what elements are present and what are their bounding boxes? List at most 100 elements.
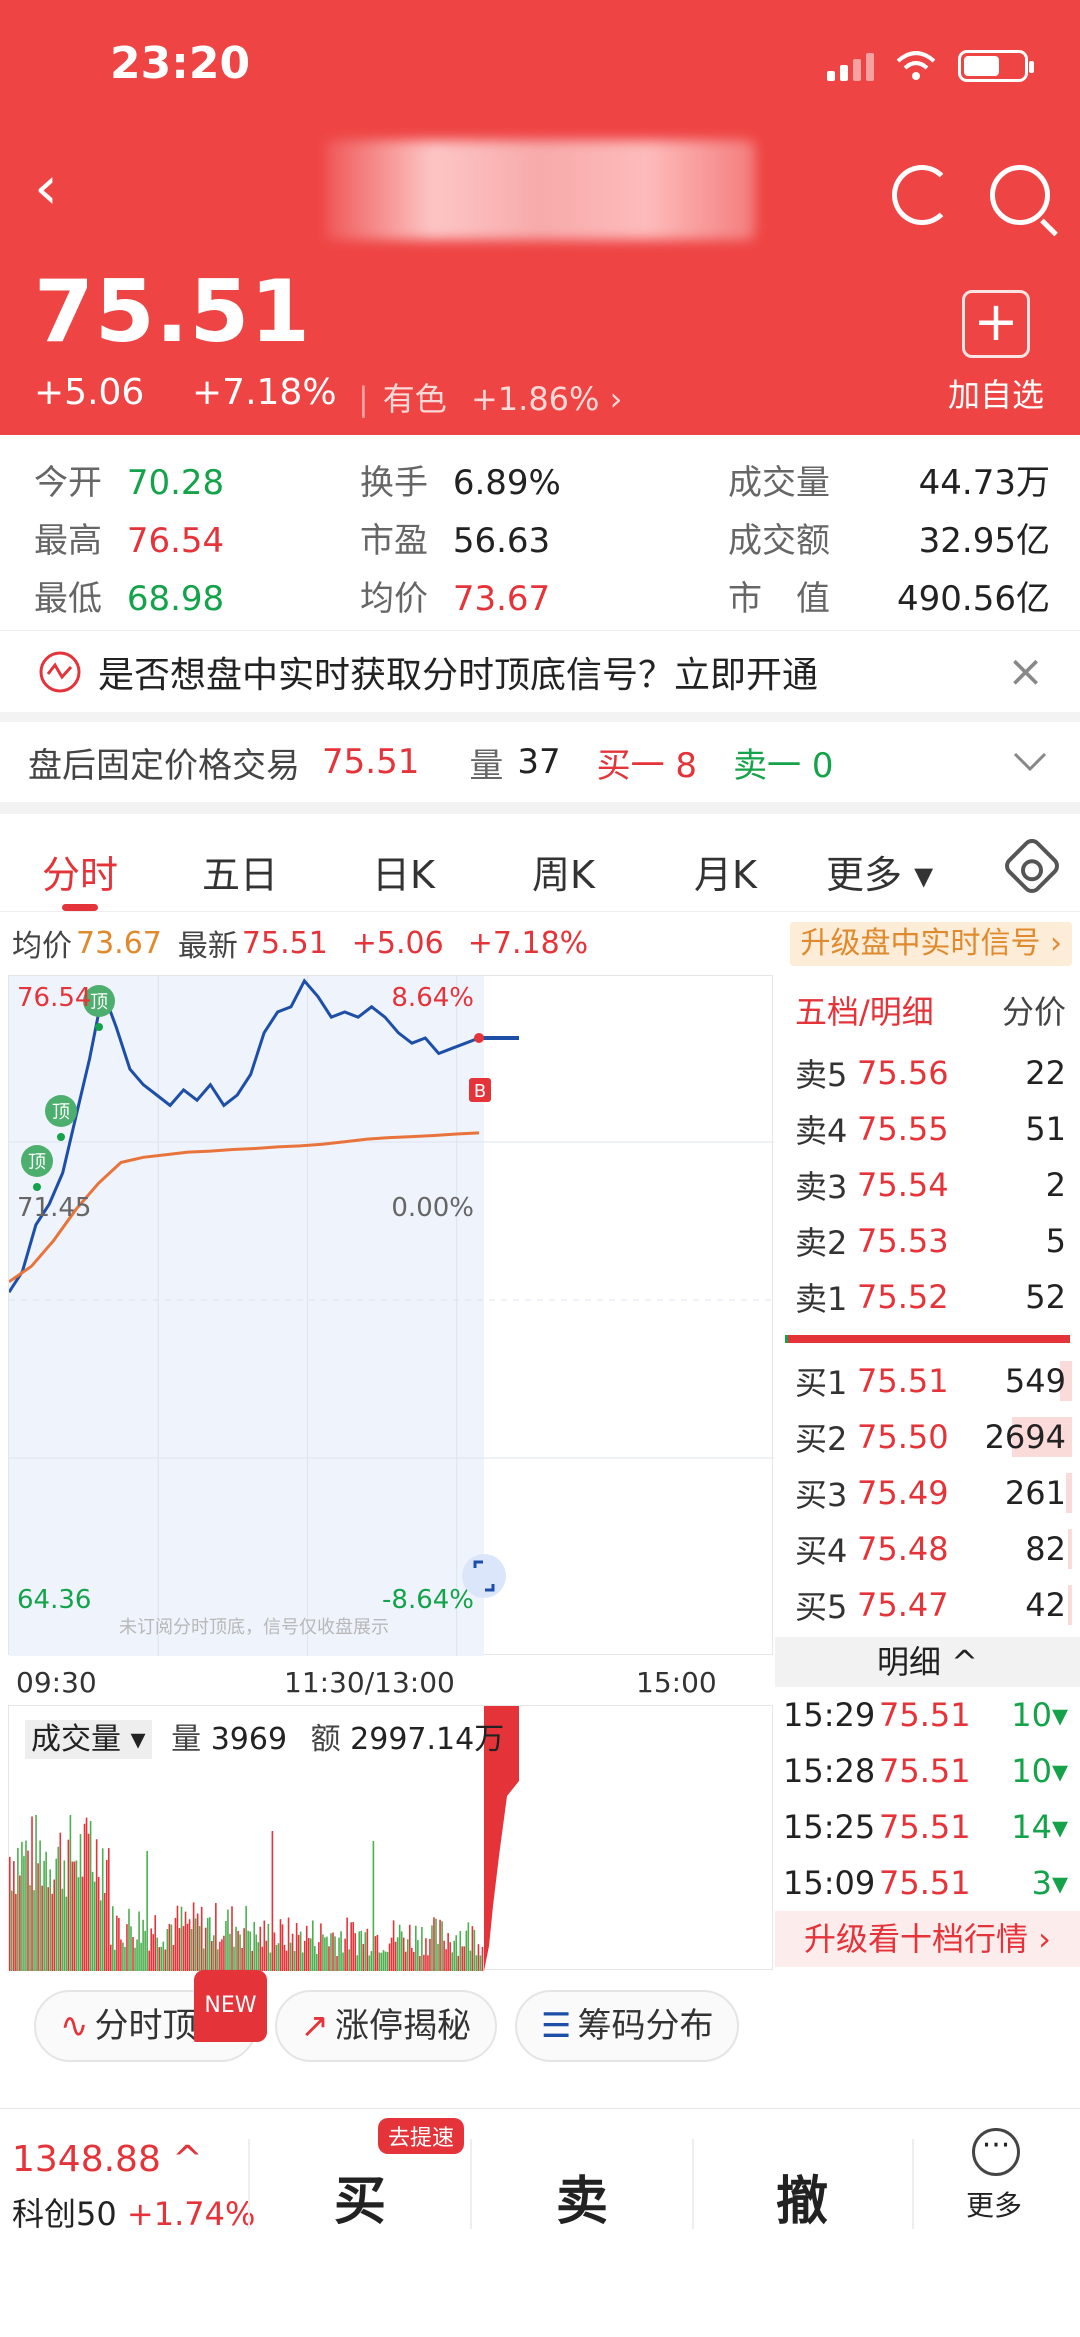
volume-bar <box>388 1943 391 1971</box>
refresh-icon[interactable] <box>892 165 952 225</box>
stock-name-blurred[interactable] <box>325 140 755 240</box>
volume-bar <box>13 1861 15 1971</box>
volume-bar <box>61 1888 64 1971</box>
volume-panel[interactable]: 成交量 ▾ 量 3969 额 2997.14万 <box>8 1705 773 1971</box>
volume-bar <box>309 1938 312 1971</box>
volume-bar <box>132 1937 134 1971</box>
tick-time: 15:09 <box>783 1864 876 1902</box>
last-value: 75.51 <box>241 925 328 961</box>
intraday-chart[interactable]: 顶顶顶 B 76.54 71.45 64.36 8.64% 0.00% -8.64% 未订阅分时… <box>7 975 774 1656</box>
quote-header: 23:20 ‹ 75.51 +5.06 +7.18% | 有色 +1.86% › … <box>0 0 1080 435</box>
back-button[interactable]: ‹ <box>34 158 58 218</box>
volume-bar <box>338 1937 340 1971</box>
close-icon[interactable]: × <box>1007 646 1044 697</box>
after-hours-vol-label: 量 <box>469 745 504 786</box>
volume-bar <box>287 1917 290 1971</box>
ask-label: 卖2 <box>795 1224 848 1262</box>
volume-bar <box>47 1887 49 1971</box>
tab-intraday[interactable]: 分时 <box>42 844 118 899</box>
intraday-chart-svg: 顶顶顶B76.5471.4564.368.64%0.00%-8.64%未订阅分时… <box>7 976 774 1656</box>
volume-bar <box>164 1949 167 1971</box>
order-book-tab[interactable]: 五档/明细 <box>795 987 934 1033</box>
volume-bar <box>233 1946 235 1971</box>
volume-bar <box>192 1902 195 1971</box>
pill-chip-dist[interactable]: ☰ 筹码分布 <box>515 1990 740 2062</box>
detail-toggle[interactable]: 明细 ^ <box>775 1637 1080 1687</box>
volume-bar <box>263 1920 266 1971</box>
sell-button[interactable]: 卖 <box>556 2159 608 2234</box>
order-book: 五档/明细 分价 卖5 75.56 22 卖4 75.55 51 卖3 75.54 2 卖2 75.… <box>775 975 1080 1970</box>
volume-bar <box>285 1950 288 1971</box>
more-icon[interactable]: ··· <box>972 2128 1020 2176</box>
volume-bar <box>27 1850 29 1971</box>
add-watchlist-label[interactable]: 加自选 <box>948 370 1044 416</box>
tick-row: 15:09 75.51 3▾ <box>775 1855 1080 1911</box>
ask-row: 卖3 75.54 2 <box>775 1157 1080 1213</box>
cancel-order-button[interactable]: 撤 <box>776 2159 828 2234</box>
volume-bar <box>443 1940 445 1971</box>
signal-promo-banner[interactable]: 是否想盘中实时获取分时顶底信号？立即开通 × <box>0 630 1080 722</box>
volume-bar <box>445 1949 447 1971</box>
tick-volume: 14▾ <box>1011 1808 1068 1846</box>
more-label[interactable]: 更多 <box>966 2184 1022 2224</box>
volume-bar <box>348 1949 350 1971</box>
price-change-pct: +7.18% <box>192 372 337 413</box>
volume-bar <box>25 1840 27 1971</box>
volume-bar <box>59 1832 62 1971</box>
price-dist-tab[interactable]: 分价 <box>1002 987 1066 1033</box>
tab-weekly-k[interactable]: 周K <box>532 844 595 899</box>
volume-bar <box>39 1840 41 1971</box>
volume-bar <box>269 1952 272 1971</box>
volume-bar <box>318 1942 320 1971</box>
tick-row: 15:28 75.51 10▾ <box>775 1743 1080 1799</box>
volume-selector[interactable]: 成交量 ▾ <box>25 1720 152 1759</box>
volume-bar <box>433 1917 435 1971</box>
volume-bar <box>186 1923 189 1971</box>
volume-bar <box>130 1926 132 1971</box>
volume-bar <box>196 1913 199 1971</box>
tab-5day[interactable]: 五日 <box>202 844 278 899</box>
status-time: 23:20 <box>110 38 251 89</box>
volume-bar <box>162 1941 165 1971</box>
volume-bar <box>400 1931 403 1971</box>
after-hours-row[interactable]: 盘后固定价格交易 75.51 量 37 买一 8 卖一 0 <box>0 722 1080 814</box>
pill-limit-up[interactable]: ↗ 涨停揭秘 <box>274 1990 497 2062</box>
volume-bar <box>281 1924 284 1971</box>
pill-intraday-signal[interactable]: ∿ 分时顶底 NEW <box>34 1970 267 2062</box>
volume-bar <box>219 1941 221 1971</box>
volume-bar <box>243 1928 245 1971</box>
volume-bar <box>275 1944 278 1971</box>
search-icon[interactable] <box>990 165 1050 225</box>
sector-link[interactable]: | 有色 +1.86% › <box>358 374 622 420</box>
upgrade-signal-link[interactable]: 升级盘中实时信号 › <box>790 922 1072 966</box>
price-change: +5.06 <box>34 372 145 413</box>
chevron-down-icon[interactable] <box>1012 751 1048 773</box>
bid-row: 买2 75.50 2694 <box>775 1409 1080 1465</box>
volume-bar <box>79 1834 82 1971</box>
volume-bar <box>148 1950 150 1971</box>
index-value[interactable]: 1348.88 ^ <box>12 2139 202 2180</box>
volume-bar <box>360 1930 363 1971</box>
bid-volume: 42 <box>1025 1586 1066 1624</box>
volume-bar <box>172 1944 175 1971</box>
volume-bar <box>190 1928 193 1971</box>
volume-bar <box>178 1928 181 1971</box>
tab-daily-k[interactable]: 日K <box>372 844 435 899</box>
volume-bar <box>245 1905 247 1971</box>
ask-price: 75.55 <box>857 1110 949 1148</box>
add-watchlist-button[interactable]: + <box>962 290 1030 358</box>
volume-bar <box>439 1919 441 1971</box>
volume-bar <box>257 1942 260 1971</box>
upgrade-level10-link[interactable]: 升级看十档行情 › <box>775 1911 1080 1967</box>
ask-price: 75.56 <box>857 1054 949 1092</box>
settings-icon[interactable] <box>1000 834 1064 898</box>
tab-monthly-k[interactable]: 月K <box>694 844 757 899</box>
chart-tabs: 分时 五日 日K 周K 月K 更多 ▾ <box>0 826 1080 912</box>
tab-more[interactable]: 更多 ▾ <box>826 844 933 899</box>
volume-bar <box>402 1937 405 1971</box>
volume-bar <box>142 1919 144 1971</box>
buy-button[interactable]: 买 <box>334 2159 386 2234</box>
index-name-change[interactable]: 科创50 +1.74% <box>12 2189 255 2235</box>
volume-bar <box>362 1944 365 1971</box>
banner-text[interactable]: 是否想盘中实时获取分时顶底信号？立即开通 <box>98 646 818 698</box>
